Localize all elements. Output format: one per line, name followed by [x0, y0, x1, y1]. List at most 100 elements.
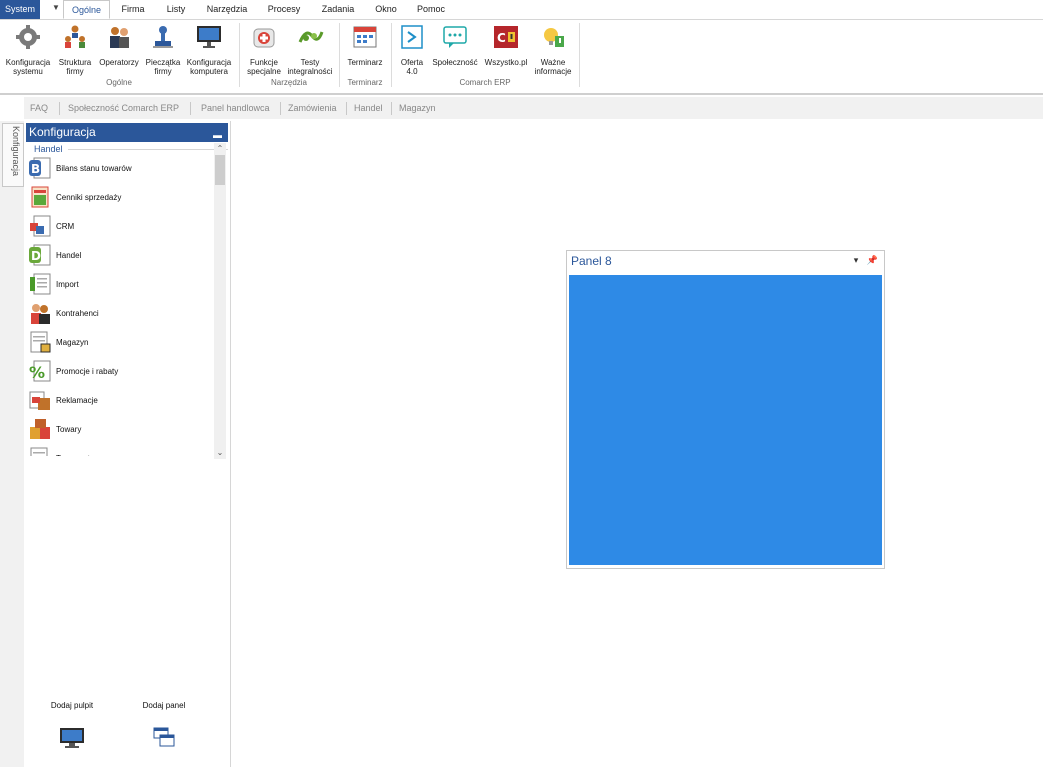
list-item[interactable]: Kontrahenci [26, 299, 213, 328]
link-separator [280, 102, 281, 115]
button-label: Ważne informacje [534, 58, 572, 76]
terminarz-button[interactable]: Terminarz [342, 20, 388, 78]
panel-body[interactable] [569, 275, 882, 565]
list-item-label: Promocje i rabaty [56, 367, 119, 376]
first-aid-icon [253, 28, 275, 48]
group-label-comarch: Comarch ERP [459, 78, 511, 87]
button-label: Wszystko.pl [484, 58, 528, 67]
link-magazyn[interactable]: Magazyn [399, 97, 436, 119]
list-item[interactable]: CRM [26, 212, 213, 241]
add-desktop-button[interactable]: Dodaj pulpit [37, 701, 107, 748]
document-b-icon: B [29, 157, 51, 179]
list-item-label: Import [56, 280, 79, 289]
konfiguracja-komputera-button[interactable]: Konfiguracja komputera [184, 20, 234, 78]
config-list-scrollbar[interactable]: ⌃ ⌄ [214, 143, 226, 459]
percent-icon: % [29, 360, 51, 382]
menu-bar: System ▼ Ogólne Firma Listy Narzędzia Pr… [0, 0, 1043, 20]
oferta-button[interactable]: Oferta 4.0 [394, 20, 430, 78]
panel-dropdown-icon[interactable]: ▾ [854, 255, 859, 265]
important-info-icon [544, 28, 564, 47]
list-item[interactable]: % Promocje i rabaty [26, 357, 213, 386]
menu-system[interactable]: System [0, 0, 40, 19]
import-icon [30, 273, 51, 295]
quick-access-dropdown-icon[interactable]: ▼ [49, 1, 63, 17]
konfiguracja-systemu-button[interactable]: Konfiguracja systemu [2, 20, 54, 78]
button-label: Społeczność [432, 58, 478, 67]
button-label: Operatorzy [99, 58, 139, 67]
crm-icon [30, 215, 51, 237]
list-item[interactable]: Import [26, 270, 213, 299]
ribbon: Konfiguracja systemu Struktura firmy Ope… [0, 20, 1043, 95]
scroll-down-icon[interactable]: ⌄ [214, 447, 226, 459]
svg-text:C: C [497, 31, 506, 45]
funkcje-specjalne-button[interactable]: Funkcje specjalne [242, 20, 286, 78]
svg-text:%: % [29, 363, 45, 382]
tab-listy[interactable]: Listy [160, 0, 192, 19]
tab-firma[interactable]: Firma [116, 0, 150, 19]
wazne-informacje-button[interactable]: Ważne informacje [531, 20, 575, 78]
list-item[interactable]: Transport [26, 444, 213, 456]
list-item[interactable]: Magazyn [26, 328, 213, 357]
tab-zadania[interactable]: Zadania [318, 0, 358, 19]
spolecznosc-button[interactable]: Społeczność [430, 20, 480, 78]
group-label-ogolne: Ogólne [106, 78, 132, 87]
list-item[interactable]: Reklamacje [26, 386, 213, 415]
panel-title: Panel 8 [571, 254, 612, 268]
scroll-up-icon[interactable]: ⌃ [214, 143, 226, 155]
warehouse-icon [30, 331, 51, 353]
org-structure-icon [65, 25, 85, 48]
scrollbar-thumb[interactable] [215, 155, 225, 185]
monitor-icon [60, 728, 84, 748]
operators-icon [110, 27, 129, 48]
side-tab-label: Konfiguracja [11, 126, 21, 177]
add-panel-label: Dodaj panel [142, 701, 186, 710]
document-d-icon: D [29, 244, 51, 266]
testy-integralnosci-button[interactable]: Testy integralności [286, 20, 334, 78]
config-list: B Bilans stanu towarów Cenniki sprzedaży… [26, 154, 213, 456]
side-tab-konfiguracja[interactable]: Konfiguracja [2, 123, 24, 187]
list-item-label: CRM [56, 222, 75, 231]
tab-narzedzia[interactable]: Narzędzia [203, 0, 251, 19]
monitor-icon [197, 26, 221, 48]
link-zamowienia[interactable]: Zamówienia [288, 97, 337, 119]
complaints-icon [29, 391, 50, 410]
list-item-label: Bilans stanu towarów [56, 164, 132, 173]
add-desktop-label: Dodaj pulpit [50, 701, 94, 710]
svg-text:D: D [31, 249, 41, 263]
list-item-label: Magazyn [56, 338, 89, 347]
wszystko-button[interactable]: C Wszystko.pl [481, 20, 531, 78]
link-spolecznosc[interactable]: Społeczność Comarch ERP [68, 97, 179, 119]
link-faq[interactable]: FAQ [30, 97, 48, 119]
group-label-terminarz: Terminarz [347, 78, 383, 87]
operatorzy-button[interactable]: Operatorzy [96, 20, 142, 78]
pin-icon[interactable]: 📌 [867, 255, 878, 265]
configuration-panel-title: Konfiguracja [29, 125, 96, 139]
list-item[interactable]: Towary [26, 415, 213, 444]
button-label: Pieczątka firmy [145, 58, 181, 76]
group-label-narzedzia: Narzędzia [270, 78, 307, 87]
quick-links-bar: FAQ Społeczność Comarch ERP Panel handlo… [24, 97, 1043, 119]
tab-ogolne[interactable]: Ogólne [63, 0, 110, 19]
link-panel-handlowca[interactable]: Panel handlowca [201, 97, 270, 119]
tab-pomoc[interactable]: Pomoc [413, 0, 449, 19]
ribbon-separator [579, 23, 580, 87]
list-item[interactable]: Cenniki sprzedaży [26, 183, 213, 212]
struktura-firmy-button[interactable]: Struktura firmy [55, 20, 95, 78]
link-separator [391, 102, 392, 115]
link-separator [190, 102, 191, 115]
offer-icon [401, 25, 423, 49]
pieczatka-firmy-button[interactable]: Pieczątka firmy [143, 20, 183, 78]
list-item-label: Kontrahenci [56, 309, 99, 318]
list-item[interactable]: B Bilans stanu towarów [26, 154, 213, 183]
tab-okno[interactable]: Okno [371, 0, 401, 19]
desktop-area: Panel 8 ▾ 📌 [231, 121, 1043, 767]
tab-procesy[interactable]: Procesy [263, 0, 305, 19]
panel[interactable]: Panel 8 ▾ 📌 [566, 250, 885, 569]
list-item[interactable]: D Handel [26, 241, 213, 270]
link-separator [59, 102, 60, 115]
stamp-icon [153, 26, 173, 48]
unpin-icon[interactable]: ▬ [213, 126, 223, 140]
link-handel[interactable]: Handel [354, 97, 383, 119]
button-label: Funkcje specjalne [247, 58, 281, 76]
add-panel-button[interactable]: Dodaj panel [129, 701, 199, 747]
